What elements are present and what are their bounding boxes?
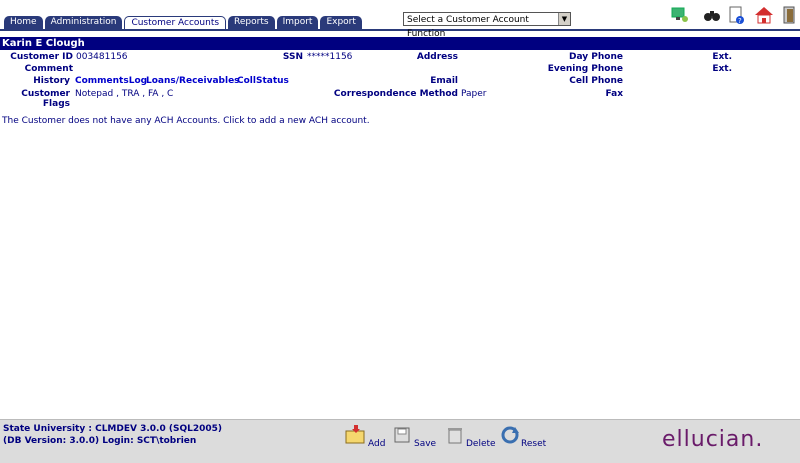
tab-administration[interactable]: Administration (44, 16, 123, 29)
top-bar: Home Administration Customer Accounts Re… (0, 0, 800, 39)
add-folder-icon (345, 425, 367, 449)
history-label: History (33, 76, 70, 86)
email-label: Email (430, 76, 458, 86)
network-icon[interactable] (670, 5, 690, 25)
cell-phone-label: Cell Phone (569, 76, 623, 86)
address-label: Address (416, 52, 458, 62)
customer-account-function-select[interactable]: Select a Customer Account Function ▼ (403, 12, 571, 39)
status-line-2: (DB Version: 3.0.0) Login: SCT\tobrien (3, 436, 197, 446)
comment-label: Comment (24, 64, 73, 74)
trash-icon (445, 425, 465, 449)
chevron-down-icon: ▼ (558, 13, 570, 25)
save-button[interactable]: Save (393, 425, 436, 449)
add-button[interactable]: Add (345, 425, 385, 449)
tab-export[interactable]: Export (320, 16, 362, 29)
evening-phone-label: Evening Phone (547, 64, 623, 74)
tab-import[interactable]: Import (276, 16, 319, 29)
day-phone-ext-label: Ext. (712, 52, 732, 62)
reset-button[interactable]: Reset (500, 425, 546, 449)
customer-flags-value: Notepad , TRA , FA , C (75, 89, 174, 99)
delete-label: Delete (466, 439, 496, 449)
reset-label: Reset (521, 439, 547, 449)
customer-flags-label: Customer Flags (21, 89, 70, 109)
customer-id-value: 003481156 (76, 52, 128, 62)
coll-status-link[interactable]: CollStatus (237, 76, 289, 86)
ellucian-logo: ellucian. (662, 427, 764, 452)
tab-home[interactable]: Home (4, 16, 43, 29)
footer-bar: State University : CLMDEV 3.0.0 (SQL2005… (0, 419, 800, 463)
comments-log-link[interactable]: CommentsLog (75, 76, 147, 86)
fax-label: Fax (605, 89, 624, 99)
evening-phone-ext-label: Ext. (712, 64, 732, 74)
tab-customer-accounts[interactable]: Customer Accounts (124, 16, 227, 29)
ssn-value: *****1156 (307, 52, 353, 62)
customer-id-label: Customer ID (10, 52, 73, 62)
add-label: Add (368, 439, 386, 449)
delete-button[interactable]: Delete (445, 425, 496, 449)
tab-strip: Home Administration Customer Accounts Re… (4, 16, 364, 30)
reset-icon (500, 425, 520, 449)
status-line-1: State University : CLMDEV 3.0.0 (SQL2005… (3, 424, 222, 434)
binoculars-icon[interactable] (702, 5, 722, 25)
select-value: Select a Customer Account Function (407, 15, 529, 39)
correspondence-method-label: Correspondence Method (333, 89, 458, 99)
svg-text:?: ? (738, 17, 742, 25)
logout-icon[interactable] (780, 5, 800, 25)
tab-reports[interactable]: Reports (228, 16, 275, 29)
save-icon (393, 425, 413, 449)
help-document-icon[interactable]: ? (727, 5, 747, 25)
loans-receivables-link[interactable]: Loans/Receivables (146, 76, 240, 86)
home-icon[interactable] (754, 5, 774, 25)
correspondence-method-value: Paper (461, 89, 487, 99)
no-ach-accounts-message[interactable]: The Customer does not have any ACH Accou… (2, 116, 370, 126)
customer-name-bar: Karin E Clough (0, 37, 800, 50)
day-phone-label: Day Phone (569, 52, 623, 62)
ssn-label: SSN (282, 52, 303, 62)
tab-underline (0, 29, 800, 31)
save-label: Save (414, 439, 437, 449)
